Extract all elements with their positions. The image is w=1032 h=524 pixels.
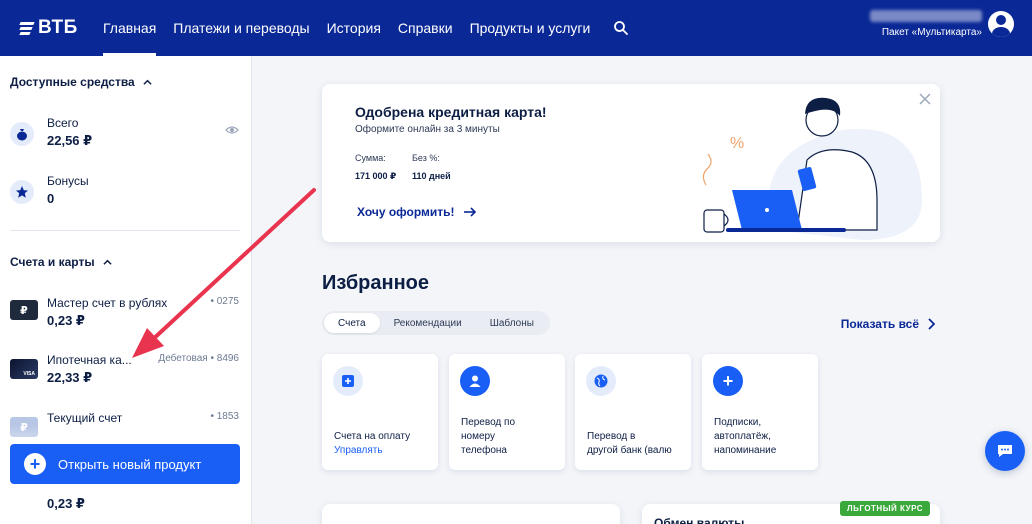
show-all-link[interactable]: Показать всё [841,317,935,331]
user-package: Пакет «Мультикарта» [881,27,982,38]
bottom-card-left[interactable] [322,504,620,524]
person-icon [460,366,490,396]
account-row-master[interactable]: ₽ Мастер счет в рублях 0,23 ₽ • 0275 [10,296,241,336]
nav-products[interactable]: Продукты и услуги [470,0,591,56]
favorites-tabs: Счета Рекомендации Шаблоны [322,311,550,335]
tile-phone-transfer[interactable]: Перевод по номеру телефона [449,354,565,470]
nav-history[interactable]: История [327,0,381,56]
favorites-title: Избранное [322,272,430,294]
top-header: ВТБ Главная Платежи и переводы История С… [0,0,1032,56]
total-funds-row[interactable]: Всего 22,56 ₽ [10,116,241,156]
tab-templates[interactable]: Шаблоны [476,313,548,333]
ruble-icon: ₽ [10,300,38,320]
globe-icon [586,366,616,396]
person-laptop-illustration: % [702,97,922,240]
star-icon [10,180,34,204]
search-icon[interactable] [613,20,629,36]
logo-text: ВТБ [38,17,78,38]
tab-recommendations[interactable]: Рекомендации [380,313,476,333]
tile-subscriptions[interactable]: + Подписки, автоплатёж, напоминание [702,354,818,470]
plus-icon: + [713,366,743,396]
plus-icon: + [24,453,46,475]
tile-invoices[interactable]: Счета на оплату Управлять [322,354,438,470]
svg-text:%: % [730,135,744,152]
invoice-icon [333,366,363,396]
chevron-up-icon [102,259,112,265]
main-nav: Главная Платежи и переводы История Справ… [103,0,629,56]
chat-button[interactable] [985,431,1025,471]
avatar-icon[interactable] [988,11,1014,37]
chevron-up-icon [143,79,152,85]
vtb-logo[interactable]: ВТБ [19,17,90,39]
section-divider [10,230,240,231]
chat-icon [998,445,1012,457]
nav-statements[interactable]: Справки [398,0,453,56]
available-funds-header[interactable]: Доступные средства [10,75,152,89]
accounts-cards-header[interactable]: Счета и карты [10,255,112,269]
nav-home[interactable]: Главная [103,0,157,56]
manage-link[interactable]: Управлять [334,444,434,458]
bonuses-row[interactable]: Бонусы 0 [10,174,241,214]
eye-icon[interactable] [225,125,239,135]
sidebar: Доступные средства Всего 22,56 ₽ Бонусы … [0,56,252,524]
arrow-right-icon [463,207,476,217]
chevron-right-icon [928,318,935,330]
logo-mark-icon [19,21,35,35]
money-bag-icon [10,122,34,146]
visa-card-icon: VISA [10,359,38,379]
credit-card-banner[interactable]: Одобрена кредитная карта! Оформите онлай… [322,84,940,242]
preferential-rate-badge: ЛЬГОТНЫЙ КУРС [840,501,930,516]
apply-link[interactable]: Хочу оформить! [357,205,477,219]
open-new-product-button[interactable]: + Открыть новый продукт [10,444,240,484]
account-value-partial: 0,23 ₽ [47,496,85,511]
currency-exchange-card[interactable]: Обмен валюты ЛЬГОТНЫЙ КУРС [642,501,940,524]
nav-payments[interactable]: Платежи и переводы [173,0,309,56]
tab-accounts[interactable]: Счета [324,313,380,333]
tile-other-bank-transfer[interactable]: Перевод в другой банк (валю [575,354,691,470]
user-name-blurred [870,10,982,22]
user-menu[interactable]: Пакет «Мультикарта» [870,10,1014,38]
account-row-mortgage-card[interactable]: VISA Ипотечная ка... 22,33 ₽ Дебетовая •… [10,353,241,393]
